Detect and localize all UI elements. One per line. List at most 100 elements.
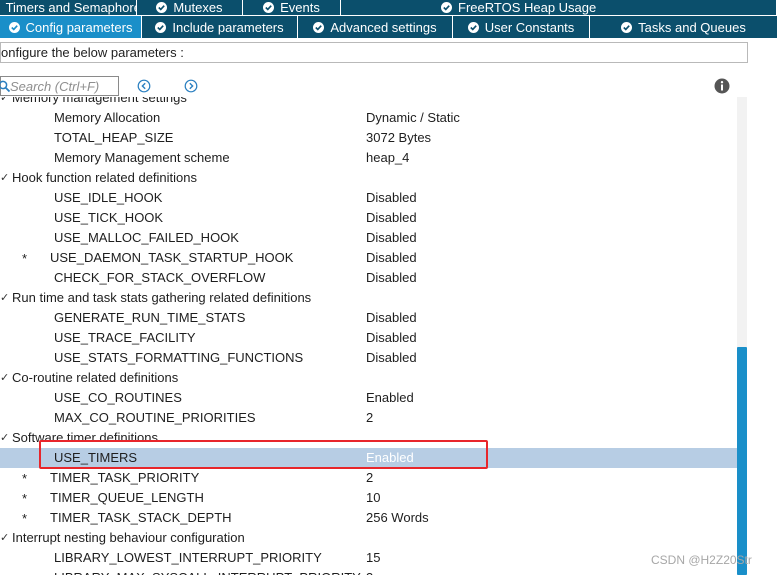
parameter-value[interactable]: 15 [366,548,380,568]
check-circle-icon [441,2,452,13]
parameter-name: MAX_CO_ROUTINE_PRIORITIES [54,410,256,425]
tree-row-selected[interactable]: USE_TIMERS Enabled [0,448,737,468]
parameter-value[interactable]: Disabled [366,328,417,348]
tab-label: Tasks and Queues [638,19,746,35]
tab-label: Include parameters [172,19,284,35]
collapse-chevron-icon[interactable]: ✓ [0,168,9,188]
tree-row[interactable]: LIBRARY_LOWEST_INTERRUPT_PRIORITY 15 [0,548,737,568]
check-circle-icon [313,21,325,33]
tab-label: User Constants [484,19,575,35]
configure-caption: onfigure the below parameters : [0,42,748,63]
category-label: Hook function related definitions [12,170,198,185]
tab-config-parameters[interactable]: Config parameters [0,16,142,38]
scrollbar-thumb[interactable] [737,347,747,575]
parameter-name: LIBRARY_LOWEST_INTERRUPT_PRIORITY [54,550,322,565]
modified-marker: * [22,491,28,506]
parameter-value[interactable]: Disabled [366,308,417,328]
parameter-value[interactable]: Disabled [366,188,417,208]
check-circle-icon [263,2,275,13]
tree-row[interactable]: USE_TICK_HOOK Disabled [0,208,737,228]
parameter-tree[interactable]: ✓ Memory management settings Memory Alloca… [0,97,737,575]
parameter-value[interactable]: 2 [366,408,373,428]
tree-category[interactable]: ✓ Co-routine related definitions [0,368,737,388]
parameter-value[interactable]: 10 [366,488,380,508]
tab-include-parameters[interactable]: Include parameters [142,16,298,38]
search-box[interactable] [0,76,119,96]
tab-label: Advanced settings [330,19,437,35]
check-circle-icon [155,21,167,33]
parameter-value[interactable]: 3072 Bytes [366,128,431,148]
tree-row[interactable]: MAX_CO_ROUTINE_PRIORITIES 2 [0,408,737,428]
search-input[interactable] [10,77,116,95]
tree-row[interactable]: USE_CO_ROUTINES Enabled [0,388,737,408]
info-icon[interactable] [714,78,730,94]
main-tab-bar: Config parameters Include parameters Adv… [0,16,777,38]
parameter-name: USE_TICK_HOOK [54,210,164,225]
tree-row[interactable]: Memory Management scheme heap_4 [0,148,737,168]
tree-row[interactable]: USE_MALLOC_FAILED_HOOK Disabled [0,228,737,248]
check-circle-icon [467,21,479,33]
tree-category[interactable]: ✓ Interrupt nesting behaviour configurati… [0,528,737,548]
tab-mutexes[interactable]: Mutexes [137,0,243,15]
parameter-value[interactable]: 256 Words [366,508,429,528]
secondary-tab-bar: Timers and Semaphores Mutexes Events Fre… [0,0,777,15]
tree-row[interactable]: * TIMER_TASK_STACK_DEPTH 256 Words [0,508,737,528]
parameter-value[interactable]: Disabled [366,228,417,248]
tab-user-constants[interactable]: User Constants [453,16,590,38]
parameter-value[interactable]: Enabled [366,448,414,468]
parameter-value[interactable]: Enabled [366,388,414,408]
tree-row[interactable]: TOTAL_HEAP_SIZE 3072 Bytes [0,128,737,148]
parameter-value[interactable]: Disabled [366,208,417,228]
tree-row[interactable]: * TIMER_TASK_PRIORITY 2 [0,468,737,488]
collapse-chevron-icon[interactable]: ✓ [0,97,9,108]
parameter-value[interactable]: Dynamic / Static [366,108,460,128]
parameter-name: Memory Management scheme [54,150,230,165]
collapse-chevron-icon[interactable]: ✓ [0,288,9,308]
tab-advanced-settings[interactable]: Advanced settings [298,16,453,38]
tree-row[interactable]: * TIMER_QUEUE_LENGTH 10 [0,488,737,508]
circle-left-arrow-icon[interactable] [137,79,151,93]
tab-events[interactable]: Events [243,0,341,15]
tree-category[interactable]: ✓ Hook function related definitions [0,168,737,188]
parameter-value[interactable]: Disabled [366,268,417,288]
tree-category[interactable]: ✓ Memory management settings [0,97,737,108]
parameter-value[interactable]: Disabled [366,348,417,368]
tree-row[interactable]: USE_STATS_FORMATTING_FUNCTIONS Disabled [0,348,737,368]
tree-row[interactable]: USE_TRACE_FACILITY Disabled [0,328,737,348]
parameter-value[interactable]: Disabled [366,248,417,268]
tree-row[interactable]: LIBRARY_MAX_SYSCALL_INTERRUPT_PRIORITY 3 [0,568,737,575]
check-circle-icon [621,21,633,33]
tree-row[interactable]: Memory Allocation Dynamic / Static [0,108,737,128]
collapse-chevron-icon[interactable]: ✓ [0,368,9,388]
parameter-name: USE_MALLOC_FAILED_HOOK [54,230,239,245]
tab-timers-semaphores[interactable]: Timers and Semaphores [0,0,137,15]
circle-right-arrow-icon[interactable] [184,79,198,93]
modified-marker: * [22,511,28,526]
watermark: CSDN @H2Z20Str [651,553,752,567]
parameter-value[interactable]: heap_4 [366,148,409,168]
collapse-chevron-icon[interactable]: ✓ [0,428,9,448]
parameter-name: Memory Allocation [54,110,161,125]
modified-marker: * [22,471,28,486]
tree-row[interactable]: GENERATE_RUN_TIME_STATS Disabled [0,308,737,328]
collapse-chevron-icon[interactable]: ✓ [0,528,9,548]
parameter-name: USE_DAEMON_TASK_STARTUP_HOOK [50,250,294,265]
parameter-name: TIMER_QUEUE_LENGTH [50,490,204,505]
tab-heap-usage[interactable]: FreeRTOS Heap Usage [341,0,777,15]
parameter-value[interactable]: 3 [366,568,373,575]
parameter-name: LIBRARY_MAX_SYSCALL_INTERRUPT_PRIORITY [54,568,361,575]
parameter-name: TIMER_TASK_STACK_DEPTH [50,510,232,525]
parameter-name: CHECK_FOR_STACK_OVERFLOW [54,270,266,285]
parameter-name: GENERATE_RUN_TIME_STATS [54,310,246,325]
tab-tasks-and-queues[interactable]: Tasks and Queues [590,16,777,38]
tree-row[interactable]: * USE_DAEMON_TASK_STARTUP_HOOK Disabled [0,248,737,268]
tab-label: Mutexes [173,0,223,15]
tree-row[interactable]: USE_IDLE_HOOK Disabled [0,188,737,208]
tree-row[interactable]: CHECK_FOR_STACK_OVERFLOW Disabled [0,268,737,288]
parameter-name: TIMER_TASK_PRIORITY [50,470,200,485]
tree-category[interactable]: ✓ Run time and task stats gathering relat… [0,288,737,308]
vertical-scrollbar[interactable] [737,97,747,575]
parameter-value[interactable]: 2 [366,468,373,488]
category-label: Co-routine related definitions [12,370,179,385]
tree-category[interactable]: ✓ Software timer definitions [0,428,737,448]
